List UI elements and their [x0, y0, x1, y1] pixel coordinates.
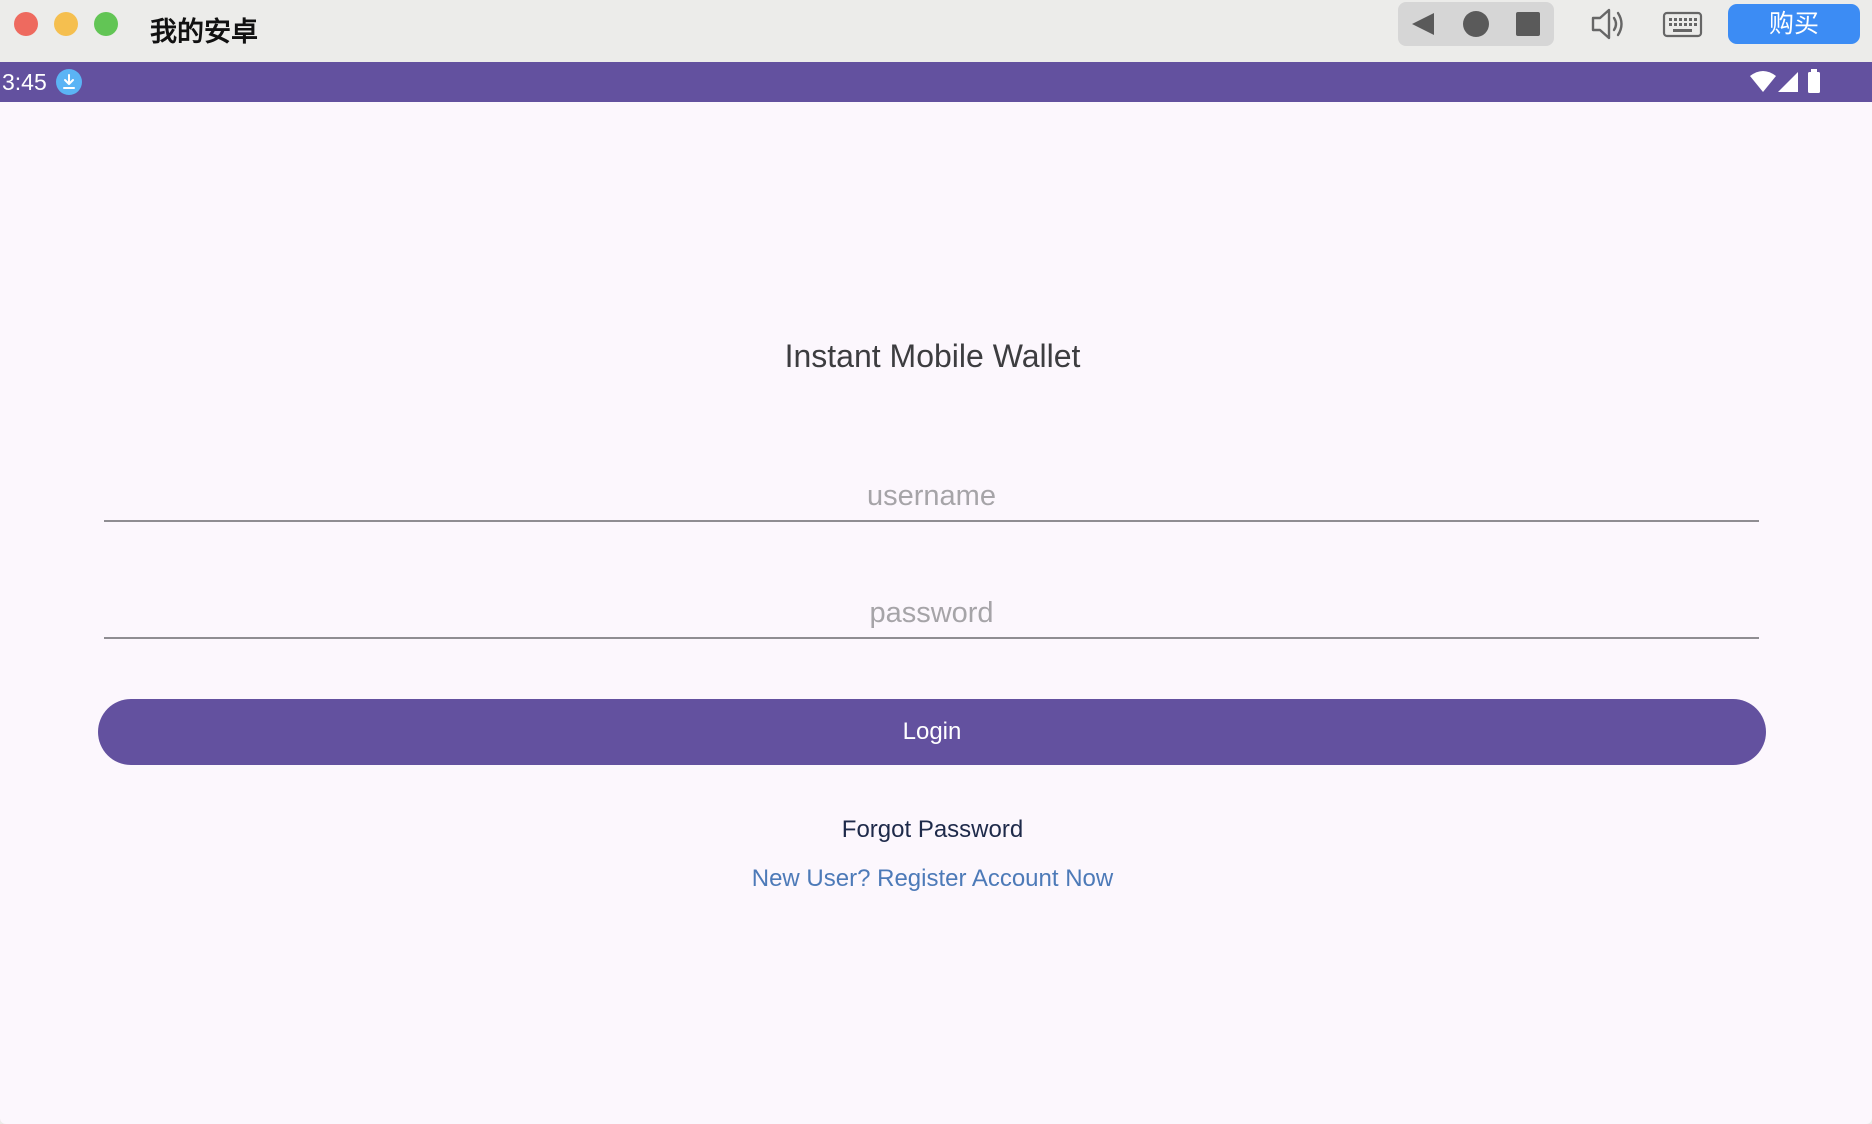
- android-nav-group: [1398, 2, 1554, 46]
- login-button[interactable]: Login: [98, 699, 1766, 765]
- status-icons: [1748, 68, 1838, 96]
- home-button[interactable]: [1450, 2, 1502, 46]
- app-screen: Instant Mobile Wallet Login Forgot Passw…: [0, 102, 1872, 1124]
- volume-icon: [1591, 8, 1623, 40]
- signal-icon: [1778, 72, 1798, 92]
- window-titlebar: 我的安卓 购买: [0, 0, 1872, 62]
- username-field-container: [104, 462, 1759, 522]
- back-button[interactable]: [1398, 2, 1450, 46]
- minimize-window-button[interactable]: [54, 12, 78, 36]
- android-status-bar: 3:45: [0, 62, 1872, 102]
- password-field-container: [104, 579, 1759, 639]
- username-input[interactable]: [104, 462, 1759, 520]
- password-input[interactable]: [104, 579, 1759, 637]
- recents-button[interactable]: [1502, 2, 1554, 46]
- page-title: Instant Mobile Wallet: [784, 338, 1081, 374]
- battery-icon: [1808, 69, 1820, 93]
- wifi-icon: [1750, 71, 1776, 92]
- back-icon: [1412, 13, 1434, 35]
- download-indicator: [56, 69, 82, 95]
- maximize-window-button[interactable]: [94, 12, 118, 36]
- home-icon: [1463, 11, 1489, 37]
- status-time: 3:45: [2, 69, 47, 95]
- buy-button[interactable]: 购买: [1728, 4, 1860, 44]
- register-account-link[interactable]: New User? Register Account Now: [0, 865, 1865, 893]
- volume-button[interactable]: [1587, 4, 1631, 44]
- keyboard-button[interactable]: [1660, 4, 1704, 44]
- forgot-password-link[interactable]: Forgot Password: [0, 816, 1865, 844]
- keyboard-icon: [1662, 11, 1703, 38]
- download-icon: [63, 74, 75, 89]
- recents-icon: [1516, 12, 1540, 36]
- window-title: 我的安卓: [150, 17, 258, 48]
- close-window-button[interactable]: [14, 12, 38, 36]
